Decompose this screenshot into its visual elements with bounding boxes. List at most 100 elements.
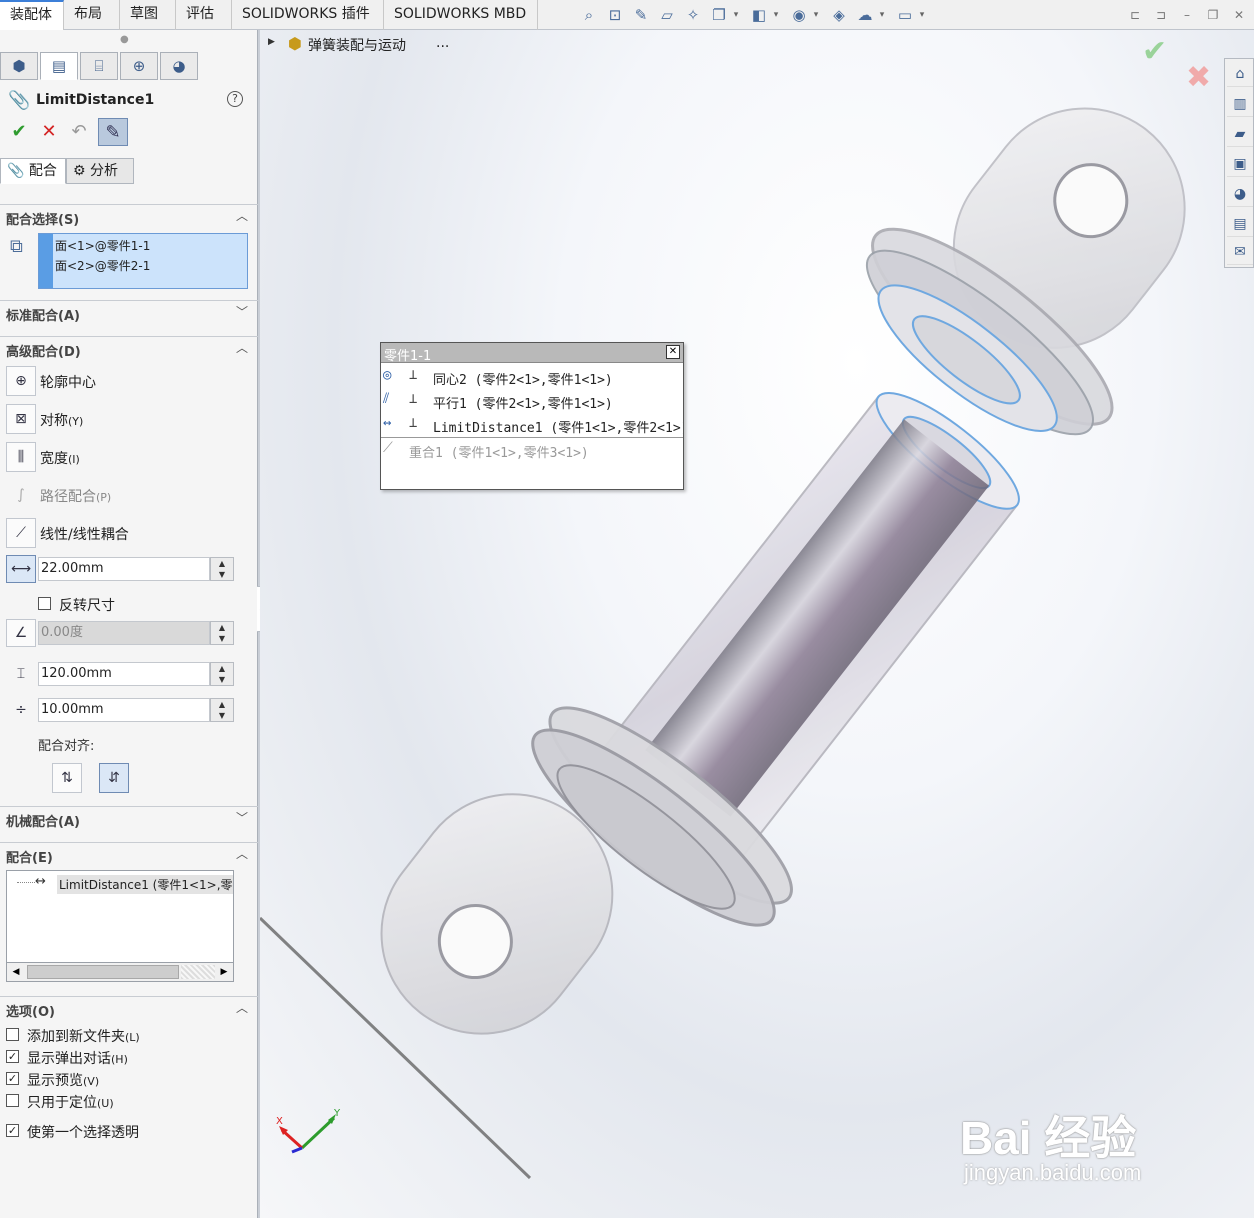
propertymanager-tab-icon[interactable]: ▤ (40, 52, 78, 80)
aligned-button[interactable]: ⇅ (52, 763, 82, 793)
hide-show-items-icon[interactable]: ◉ (788, 4, 810, 26)
confirmation-cancel-icon[interactable]: ✖ (1186, 60, 1211, 95)
distance-spinner[interactable]: ▲ ▼ (210, 557, 234, 581)
scroll-thumb[interactable] (27, 965, 179, 979)
breadcrumb-more[interactable]: ... (436, 35, 449, 51)
chevron-down-icon[interactable]: ▾ (772, 4, 780, 26)
display-style-icon[interactable]: ◧ (748, 4, 770, 26)
chevron-down-icon[interactable]: ▾ (732, 4, 740, 26)
ok-button[interactable]: ✔ (6, 118, 32, 146)
minimize-icon[interactable]: – (1178, 6, 1196, 24)
pin-button[interactable]: ✎ (98, 118, 128, 146)
panel-grip-icon: ● (120, 34, 129, 45)
displaymanager-tab-icon[interactable]: ◕ (160, 52, 198, 80)
chevron-down-icon[interactable]: ▾ (918, 4, 926, 26)
scroll-right-icon[interactable]: ▶ (216, 964, 232, 980)
tab-evaluate[interactable]: 评估 (176, 0, 232, 30)
profile-center-icon[interactable]: ⊕ (6, 366, 36, 396)
section-mate-selections[interactable]: 配合选择(S) ︿ (0, 204, 258, 228)
cancel-button[interactable]: ✕ (36, 118, 62, 146)
flip-dimension-checkbox[interactable] (38, 597, 51, 610)
max-distance-spinner[interactable]: ▲ ▼ (210, 662, 234, 686)
assembly-model[interactable] (260, 30, 1254, 1218)
edit-appearance-icon[interactable]: ◈ (828, 4, 850, 26)
tab-assembly[interactable]: 装配体 (0, 0, 64, 30)
dimxpert-tab-icon[interactable]: ⊕ (120, 52, 158, 80)
undo-button[interactable]: ↶ (66, 118, 92, 146)
triad-x-label: X (276, 1116, 283, 1127)
dynamic-annotation-icon[interactable]: ✧ (682, 4, 704, 26)
panel-left-icon[interactable]: ⊏ (1126, 6, 1144, 24)
option-checkbox[interactable]: ✓ (6, 1072, 19, 1085)
view-orientation-icon[interactable]: ❐ (708, 4, 730, 26)
distance-field[interactable]: 22.00mm (38, 557, 210, 581)
distance-icon[interactable]: ⟷ (6, 555, 36, 583)
chevron-down-icon[interactable]: ﹀ (236, 809, 248, 826)
chevron-down-icon[interactable]: ▾ (812, 4, 820, 26)
min-distance-field[interactable]: 10.00mm (38, 698, 210, 722)
angle-icon[interactable]: ∠ (6, 619, 36, 647)
section-mechanical-mates[interactable]: 机械配合(A) ﹀ (0, 806, 258, 830)
tab-solidworks-mbd[interactable]: SOLIDWORKS MBD (384, 0, 538, 30)
mate-selections-list[interactable]: 面<1>@零件1-1 面<2>@零件2-1 (38, 233, 248, 289)
option-hotkey: (I) (68, 453, 80, 466)
min-distance-spinner[interactable]: ▲ ▼ (210, 698, 234, 722)
symmetric-icon[interactable]: ⊠ (6, 404, 36, 434)
apply-scene-icon[interactable]: ☁ (854, 4, 876, 26)
anti-aligned-button[interactable]: ⇵ (99, 763, 129, 793)
panel-right-icon[interactable]: ⊐ (1152, 6, 1170, 24)
zoom-to-area-icon[interactable]: ⊡ (604, 4, 626, 26)
tab-mates[interactable]: 📎 配合 (0, 158, 66, 184)
max-distance-field[interactable]: 120.00mm (38, 662, 210, 686)
option-checkbox[interactable] (6, 1028, 19, 1041)
help-button[interactable]: ? (227, 91, 243, 107)
design-library-icon[interactable]: ▥ (1227, 91, 1253, 117)
tab-sketch[interactable]: 草图 (120, 0, 176, 30)
expand-arrow-icon[interactable]: ▶ (268, 37, 275, 47)
scroll-track[interactable] (181, 965, 215, 979)
view-palette-icon[interactable]: ▣ (1227, 151, 1253, 177)
section-options[interactable]: 选项(O) ︿ (0, 996, 258, 1020)
tab-analysis[interactable]: ⚙ 分析 (66, 158, 134, 184)
scroll-left-icon[interactable]: ◀ (8, 964, 24, 980)
previous-view-icon[interactable]: ✎ (630, 4, 652, 26)
section-mates[interactable]: 配合(E) ︿ (0, 842, 258, 866)
view-settings-icon[interactable]: ▭ (894, 4, 916, 26)
graphics-area[interactable]: ▶ ⬢ 弹簧装配与运动 ... ✔ ✖ ⌂ ▥ ▰ ▣ ◕ ▤ ✉ 零件1-1 … (260, 30, 1254, 1218)
tab-layout[interactable]: 布局 (64, 0, 120, 30)
zoom-to-fit-icon[interactable]: ⌕ (578, 4, 600, 26)
section-advanced-mates[interactable]: 高级配合(D) ︿ (0, 336, 258, 360)
featuremanager-tab-icon[interactable]: ⬢ (0, 52, 38, 80)
close-icon[interactable]: ✕ (1230, 6, 1248, 24)
chevron-up-icon[interactable]: ︿ (236, 999, 248, 1016)
custom-properties-icon[interactable]: ▤ (1227, 211, 1253, 237)
configurationmanager-tab-icon[interactable]: ⌸ (80, 52, 118, 80)
popup-row-label: LimitDistance1 (零件1<1>,零件2<1>) (433, 421, 684, 436)
chevron-down-icon[interactable]: ▾ (878, 4, 886, 26)
section-standard-mates[interactable]: 标准配合(A) ﹀ (0, 300, 258, 324)
mates-list-scrollbar[interactable]: ◀ ▶ (6, 962, 234, 982)
close-icon[interactable]: ✕ (666, 345, 680, 359)
selection-item[interactable]: 面<1>@零件1-1 (55, 237, 150, 254)
selection-item[interactable]: 面<2>@零件2-1 (55, 257, 150, 274)
linear-coupler-icon[interactable]: ⟋ (6, 518, 36, 548)
option-checkbox[interactable] (6, 1094, 19, 1107)
width-icon[interactable]: ⫼ (6, 442, 36, 472)
tab-solidworks-addins[interactable]: SOLIDWORKS 插件 (232, 0, 384, 30)
forum-icon[interactable]: ✉ (1227, 239, 1253, 265)
option-checkbox[interactable]: ✓ (6, 1050, 19, 1063)
restore-icon[interactable]: ❐ (1204, 6, 1222, 24)
file-explorer-icon[interactable]: ▰ (1227, 121, 1253, 147)
assembly-name[interactable]: 弹簧装配与运动 (308, 35, 406, 55)
appearances-icon[interactable]: ◕ (1227, 181, 1253, 207)
option-hotkey: (P) (96, 491, 112, 504)
chevron-up-icon[interactable]: ︿ (236, 207, 248, 224)
section-view-icon[interactable]: ▱ (656, 4, 678, 26)
chevron-up-icon[interactable]: ︿ (236, 339, 248, 356)
confirmation-ok-icon[interactable]: ✔ (1142, 34, 1167, 69)
chevron-down-icon[interactable]: ﹀ (236, 303, 248, 320)
solidworks-resources-icon[interactable]: ⌂ (1227, 61, 1253, 87)
chevron-up-icon[interactable]: ︿ (236, 845, 248, 862)
option-checkbox[interactable]: ✓ (6, 1124, 19, 1137)
task-pane-tabs: ⌂ ▥ ▰ ▣ ◕ ▤ ✉ (1224, 58, 1254, 268)
